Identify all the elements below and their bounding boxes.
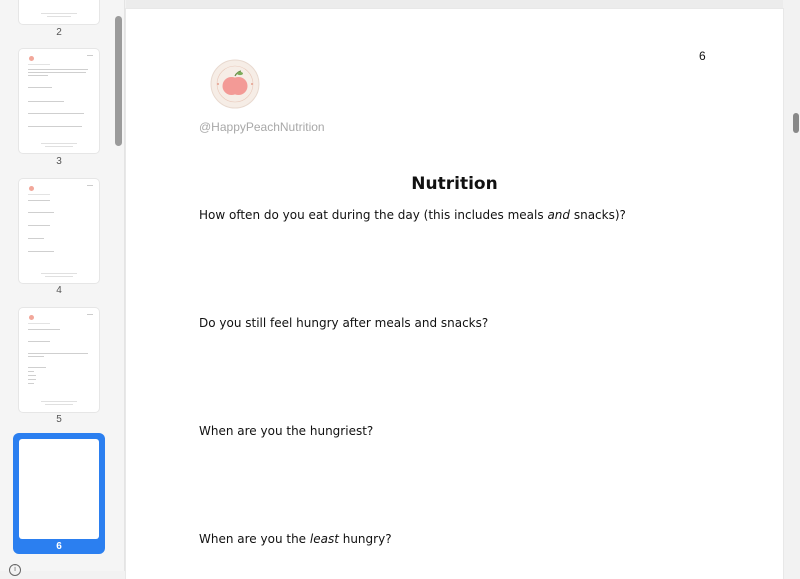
thumbnail-number-4: 4 [56, 285, 62, 296]
page-thumbnail-6-selected[interactable] [13, 433, 105, 554]
page-number: 6 [699, 49, 706, 63]
question-2: Do you still feel hungry after meals and… [199, 316, 489, 330]
previous-page-edge [126, 0, 783, 9]
thumbnail-number-3: 3 [56, 156, 62, 167]
page-thumbnail-2[interactable] [19, 0, 99, 24]
question-1: How often do you eat during the day (thi… [199, 208, 626, 222]
thumbnail-sidebar: 2 3 4 5 6 i [0, 0, 125, 576]
info-icon[interactable]: i [9, 564, 21, 576]
page-thumbnail-6 [19, 439, 99, 539]
thumbnail-number-6: 6 [56, 541, 62, 552]
happy-peach-logo-icon [210, 59, 260, 109]
document-scrollbar-thumb[interactable] [793, 113, 799, 133]
page-title: Nutrition [411, 174, 498, 194]
brand-handle: @HappyPeachNutrition [199, 120, 325, 134]
page-thumbnail-4[interactable] [19, 179, 99, 283]
thumbnail-number-2: 2 [56, 27, 62, 38]
sidebar-scrollbar-thumb[interactable] [115, 16, 122, 146]
page-thumbnail-3[interactable] [19, 49, 99, 153]
question-3: When are you the hungriest? [199, 424, 374, 438]
question-4: When are you the least hungry? [199, 532, 392, 546]
thumbnail-number-5: 5 [56, 414, 62, 425]
page-thumbnail-5[interactable] [19, 308, 99, 412]
